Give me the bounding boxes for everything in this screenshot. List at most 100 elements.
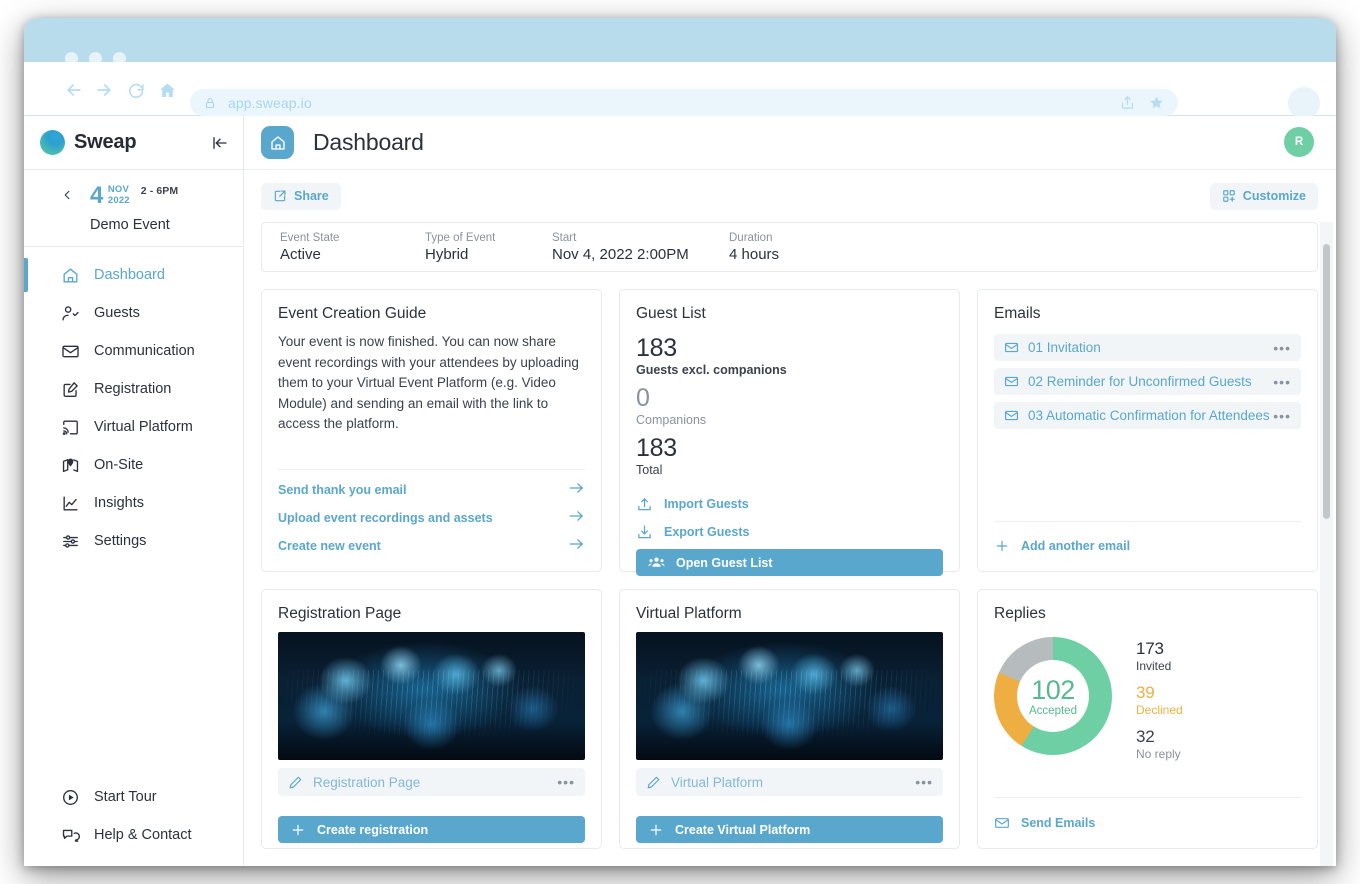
more-horizontal-icon[interactable]: •••	[557, 775, 575, 789]
more-horizontal-icon[interactable]: •••	[915, 775, 933, 789]
home-icon	[60, 265, 80, 285]
legend-caption: No reply	[1136, 747, 1181, 761]
sidebar-bottom-nav: Start Tour Help & Contact	[24, 778, 243, 854]
sidebar-nav: Dashboard Guests Communication Registrat…	[24, 247, 243, 560]
event-time: 2 - 6PM	[140, 185, 179, 197]
back-icon[interactable]	[62, 78, 86, 102]
email-row[interactable]: 01 Invitation •••	[994, 334, 1301, 361]
sidebar-item-on-site[interactable]: On-Site	[24, 446, 243, 484]
url-bar[interactable]: app.sweap.io	[190, 89, 1178, 116]
sidebar-item-help-contact[interactable]: Help & Contact	[24, 816, 243, 854]
event-selector[interactable]: 4 NOV 2022 2 - 6PM Demo Event	[24, 170, 243, 247]
event-month: NOV	[107, 184, 130, 195]
action-label: Import Guests	[664, 497, 749, 511]
avatar[interactable]: R	[1284, 127, 1314, 157]
more-horizontal-icon[interactable]: •••	[1273, 375, 1291, 389]
summary-value: Active	[280, 245, 321, 263]
card-guest-list: Guest List 183 Guests excl. companions 0…	[619, 289, 960, 576]
envelope-icon	[995, 818, 1009, 828]
reload-icon[interactable]	[124, 78, 148, 102]
sidebar-item-dashboard[interactable]: Dashboard	[24, 256, 243, 294]
replies-donut-chart: 102 Accepted	[994, 637, 1112, 755]
guide-link-label: Send thank you email	[278, 483, 407, 497]
customize-button-label: Customize	[1242, 189, 1306, 203]
email-row[interactable]: 02 Reminder for Unconfirmed Guests •••	[994, 368, 1301, 395]
summary-value: Nov 4, 2022 2:00PM	[552, 245, 689, 263]
sidebar-item-insights[interactable]: Insights	[24, 484, 243, 522]
more-horizontal-icon[interactable]: •••	[1273, 409, 1291, 423]
card-body: Your event is now finished. You can now …	[262, 323, 601, 469]
sidebar-item-communication[interactable]: Communication	[24, 332, 243, 370]
browser-window: app.sweap.io Sweap 4 NOV 2022 2 - 6PM De…	[24, 18, 1336, 866]
pencil-icon	[288, 775, 303, 790]
sidebar-item-virtual-platform[interactable]: Virtual Platform	[24, 408, 243, 446]
sidebar-item-start-tour[interactable]: Start Tour	[24, 778, 243, 816]
email-row[interactable]: 03 Automatic Confirmation for Attendees …	[994, 402, 1301, 429]
arrow-right-icon	[568, 537, 585, 556]
home-icon[interactable]	[155, 78, 179, 102]
open-guest-list-button[interactable]: Open Guest List	[636, 549, 943, 576]
email-label: 03 Automatic Confirmation for Attendees	[1028, 408, 1270, 423]
share-button[interactable]: Share	[261, 182, 341, 210]
scrollbar-track[interactable]	[1320, 222, 1333, 866]
sidebar-item-guests[interactable]: Guests	[24, 294, 243, 332]
browser-profile-avatar[interactable]	[1288, 87, 1320, 119]
event-summary-bar: Event State Active Type of Event Hybrid …	[261, 222, 1318, 272]
plus-icon	[996, 540, 1008, 552]
email-label: 02 Reminder for Unconfirmed Guests	[1028, 374, 1252, 389]
stat-value: 183	[636, 334, 677, 362]
legend-item-declined: 39 Declined	[1136, 683, 1183, 717]
share-icon[interactable]	[1120, 95, 1135, 110]
import-guests-button[interactable]: Import Guests	[636, 490, 943, 518]
customize-button[interactable]: Customize	[1209, 182, 1318, 210]
guide-link-upload-event-recordings[interactable]: Upload event recordings and assets	[278, 504, 585, 532]
sidebar-item-registration[interactable]: Registration	[24, 370, 243, 408]
sweap-logo-icon	[40, 130, 65, 155]
forward-icon[interactable]	[92, 78, 116, 102]
send-emails-button[interactable]: Send Emails	[994, 809, 1301, 837]
chevron-left-icon[interactable]	[62, 187, 73, 203]
stat-value: 0	[636, 384, 650, 412]
collapse-sidebar-icon[interactable]	[211, 134, 229, 152]
star-icon[interactable]	[1149, 95, 1164, 110]
create-virtual-platform-button[interactable]: Create Virtual Platform	[636, 816, 943, 843]
card-title: Replies	[994, 605, 1046, 622]
line-chart-icon	[60, 493, 80, 513]
card-body: 01 Invitation ••• 02 Reminder for Unconf…	[978, 323, 1317, 521]
card-body: Registration Page •••	[262, 623, 601, 796]
primary-button-label: Create registration	[317, 822, 429, 837]
stat-guests-excl-companions: 183 Guests excl. companions	[636, 334, 943, 377]
guide-link-send-thank-you-email[interactable]: Send thank you email	[278, 476, 585, 504]
screen-cast-icon	[60, 417, 80, 437]
sidebar-item-settings[interactable]: Settings	[24, 522, 243, 560]
add-another-email-button[interactable]: Add another email	[994, 532, 1301, 560]
stat-total: 183 Total	[636, 434, 943, 477]
card-body: 183 Guests excl. companions 0 Companions…	[620, 323, 959, 484]
card-body: 102 Accepted 173 Invited 39 Declined 32 …	[978, 623, 1317, 797]
more-horizontal-icon[interactable]: •••	[1273, 341, 1291, 355]
url-actions	[1120, 89, 1164, 116]
upload-icon	[638, 497, 651, 510]
registration-page-preview-image	[278, 632, 585, 760]
card-footer: Send Emails	[978, 798, 1317, 848]
create-registration-button[interactable]: Create registration	[278, 816, 585, 843]
share-button-label: Share	[294, 189, 329, 203]
legend-caption: Declined	[1136, 703, 1183, 717]
action-label: Send Emails	[1021, 816, 1096, 830]
dashboard-row-2: Registration Page Registration Page •••	[261, 589, 1318, 849]
legend-item-no-reply: 32 No reply	[1136, 727, 1183, 761]
sidebar-item-label: Virtual Platform	[94, 419, 193, 435]
legend-value: 32	[1136, 727, 1155, 746]
registration-page-item[interactable]: Registration Page •••	[278, 768, 585, 796]
sidebar-item-label: Registration	[94, 381, 172, 397]
event-day: 4	[90, 182, 103, 209]
scrollbar-thumb[interactable]	[1323, 244, 1330, 519]
export-guests-button[interactable]: Export Guests	[636, 518, 943, 546]
envelope-icon	[1004, 408, 1019, 423]
donut-center: 102 Accepted	[1017, 660, 1089, 732]
stat-caption: Total	[636, 463, 663, 477]
virtual-platform-item[interactable]: Virtual Platform •••	[636, 768, 943, 796]
legend-caption: Invited	[1136, 659, 1172, 673]
guide-link-create-new-event[interactable]: Create new event	[278, 532, 585, 560]
external-link-icon	[274, 190, 286, 202]
